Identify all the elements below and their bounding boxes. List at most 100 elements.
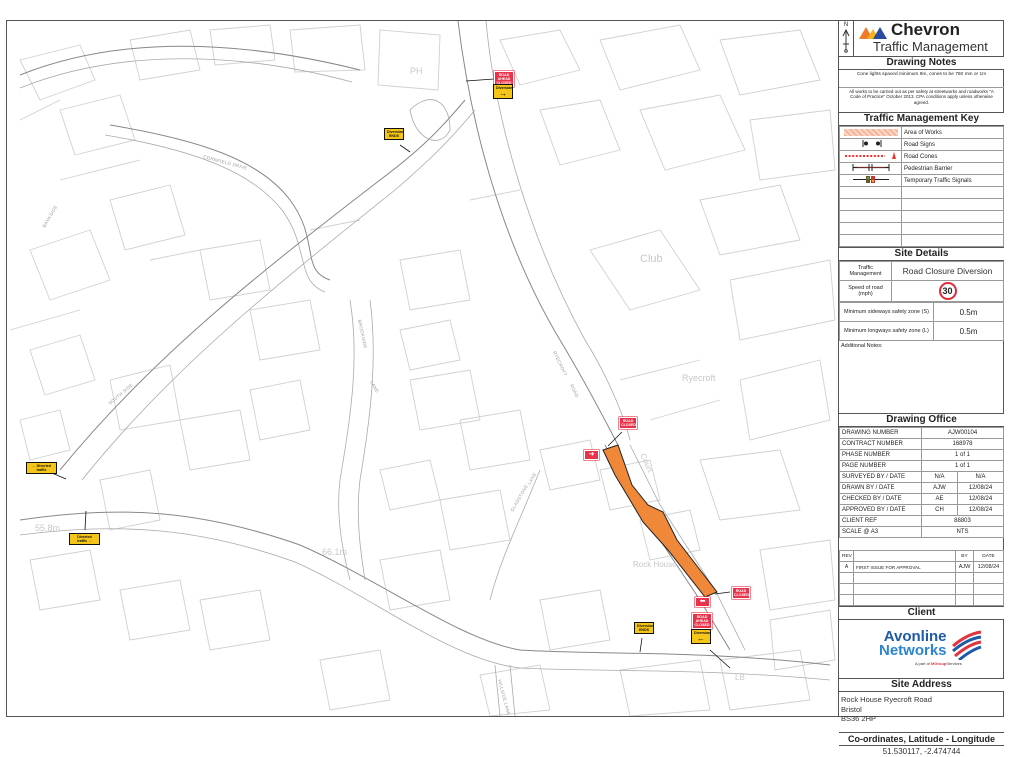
map-label-lb: LB <box>735 673 745 682</box>
arrow-left-icon: ⬅ <box>699 598 706 605</box>
office-label: PHASE NUMBER <box>839 449 922 461</box>
street-label-road: ROAD <box>569 383 580 398</box>
office-label: DRAWN BY / DATE <box>839 482 922 494</box>
rev-date: 12/08/24 <box>973 561 1004 573</box>
page-number-value: 1 of 1 <box>921 460 1004 472</box>
client-ref-value: 88803 <box>921 515 1004 527</box>
address-line3: BS36 2HP <box>841 714 877 723</box>
client-title: Client <box>839 606 1004 620</box>
road-closed-sign-north[interactable]: ROAD CLOSED <box>619 417 637 429</box>
client-logo: Avonline Networks A part of MGroupServic… <box>839 620 1004 678</box>
additional-notes-label: Additional Notes: <box>841 343 883 349</box>
map-canvas[interactable]: PH Club Ryecroft Rock House Court 55.8m … <box>7 21 838 716</box>
revision-row: A FIRST ISSUE FOR APPROVAL AJW 12/08/24 <box>839 561 1004 573</box>
site-address-title: Site Address <box>839 678 1004 692</box>
road-ahead-closed-sign-bottom[interactable]: ROAD AHEAD CLOSED <box>692 613 712 629</box>
by-header: BY <box>955 550 974 562</box>
road-signs-symbol-icon <box>839 138 902 151</box>
area-of-works[interactable] <box>602 444 718 598</box>
no-entry-sign-north[interactable]: ➜ <box>584 450 599 460</box>
diversion-left-sign-bottom[interactable]: Diversion ← <box>691 629 711 645</box>
key-label: Road Signs <box>901 138 1004 151</box>
key-row-empty <box>839 222 1004 235</box>
safety-zone-table: Minimum sideways safety zone (S) 0.5m Mi… <box>839 302 1004 341</box>
key-label: Pedestrian Barrier <box>901 162 1004 175</box>
traffic-management-value: Road Closure Diversion <box>891 261 1004 281</box>
approved-date: 12/08/24 <box>957 504 1004 516</box>
speed-limit-roundel: 30 <box>891 280 1004 302</box>
revisions-table: REV BY DATE A FIRST ISSUE FOR APPROVAL AJW 12… <box>839 550 1004 606</box>
map-label-spot-height-1: 55.8m <box>35 523 60 533</box>
key-row-empty <box>839 186 1004 199</box>
key-row-empty <box>839 210 1004 223</box>
address-line1: Rock House Ryecroft Road <box>841 695 932 704</box>
diversion-ends-sign-top[interactable]: Diversion ENDS <box>384 128 404 141</box>
map-label-rock-house: Rock House <box>633 560 677 569</box>
map-label-club: Club <box>640 253 663 265</box>
street-label-brookside: BROOKSIDE <box>357 319 368 349</box>
office-label: SCALE @ A3 <box>839 526 922 538</box>
area-of-works-swatch <box>839 126 902 139</box>
tagline-pre: A part of <box>915 661 932 666</box>
tagline-post: Services <box>946 661 962 666</box>
north-arrow-icon <box>842 28 850 53</box>
coordinates-value: 51.530117, -2.474744 <box>882 747 961 756</box>
office-label: SURVEYED BY / DATE <box>839 471 922 483</box>
arrow-left-icon: ← <box>697 634 705 644</box>
approved-by: CH <box>921 504 958 516</box>
key-label: Temporary Traffic Signals <box>901 174 1004 187</box>
site-map[interactable]: PH Club Ryecroft Rock House Court 55.8m … <box>7 21 838 716</box>
office-label: PAGE NUMBER <box>839 460 922 472</box>
drawn-date: 12/08/24 <box>957 482 1004 494</box>
client-logo-line2: Networks <box>879 642 947 659</box>
key-row: Road Cones <box>839 150 1004 163</box>
tagline-brand: MGroup <box>931 661 947 666</box>
checked-by: AE <box>921 493 958 505</box>
office-label: CHECKED BY / DATE <box>839 493 922 505</box>
diverted-traffic-left-sign[interactable]: ← Diverted traffic <box>26 462 57 475</box>
pedestrian-barrier-symbol-icon <box>839 162 902 175</box>
checked-date: 12/08/24 <box>957 493 1004 505</box>
drawing-number-value: AJW00104 <box>921 427 1004 439</box>
office-label: APPROVED BY / DATE <box>839 504 922 516</box>
site-details-table: Traffic Management Road Closure Diversio… <box>839 261 1004 302</box>
drawing-notes-title: Drawing Notes <box>839 57 1004 70</box>
desc-header <box>853 550 956 562</box>
arrow-right-icon: → <box>87 539 92 544</box>
title-block: N Chevron Traffic Management Drawing Not… <box>838 20 1004 756</box>
road-cones-symbol-icon <box>839 150 902 163</box>
rev-header: REV <box>839 550 854 562</box>
title-block-header: N Chevron Traffic Management <box>839 20 1004 57</box>
phase-number-value: 1 of 1 <box>921 449 1004 461</box>
diversion-ends-sign-bottom[interactable]: Diversion ENDS <box>634 622 654 635</box>
diverted-traffic-right-sign[interactable]: Diverted traffic → <box>69 533 100 546</box>
road-closed-sign-south[interactable]: ROAD CLOSED <box>732 587 750 599</box>
rev-by: AJW <box>955 561 974 573</box>
drawing-note-2: All works to be carried out as per safet… <box>849 89 994 105</box>
rev-id: A <box>839 561 854 573</box>
street-label-gladstone: GLADSTONE <box>510 484 530 513</box>
drawing-office-table: DRAWING NUMBER AJW00104 CONTRACT NUMBER 16… <box>839 427 1004 538</box>
office-label: CLIENT REF <box>839 515 922 527</box>
sign-leader-lines <box>39 78 731 669</box>
client-tagline: A part of MGroupServices <box>915 661 962 666</box>
speed-label: Speed of road (mph) <box>839 280 892 302</box>
chevron-logo-icon <box>859 27 887 39</box>
contract-number-value: 168978 <box>921 438 1004 450</box>
longways-zone-label: Minimum longways safety zone (L) <box>839 321 934 341</box>
surveyed-by: N/A <box>921 471 958 483</box>
map-label-ph: PH <box>410 66 423 76</box>
traffic-management-label: Traffic Management <box>839 261 892 281</box>
key-table: Area of Works Road Signs Road Cones Pede… <box>839 126 1004 247</box>
arrow-right-icon: → <box>499 89 507 99</box>
north-arrow: N <box>839 20 854 56</box>
surveyed-date: N/A <box>957 471 1004 483</box>
temporary-traffic-signals-symbol-icon <box>839 174 902 187</box>
no-entry-sign-south[interactable]: ⬅ <box>695 597 710 607</box>
client-logo-text: Avonline Networks <box>879 629 947 659</box>
additional-notes: Additional Notes: <box>839 341 1004 414</box>
diversion-right-sign-top[interactable]: Diversion → <box>493 84 513 100</box>
map-label-spot-height-2: 66.1m <box>322 547 347 557</box>
speed-value: 30 <box>938 282 957 300</box>
